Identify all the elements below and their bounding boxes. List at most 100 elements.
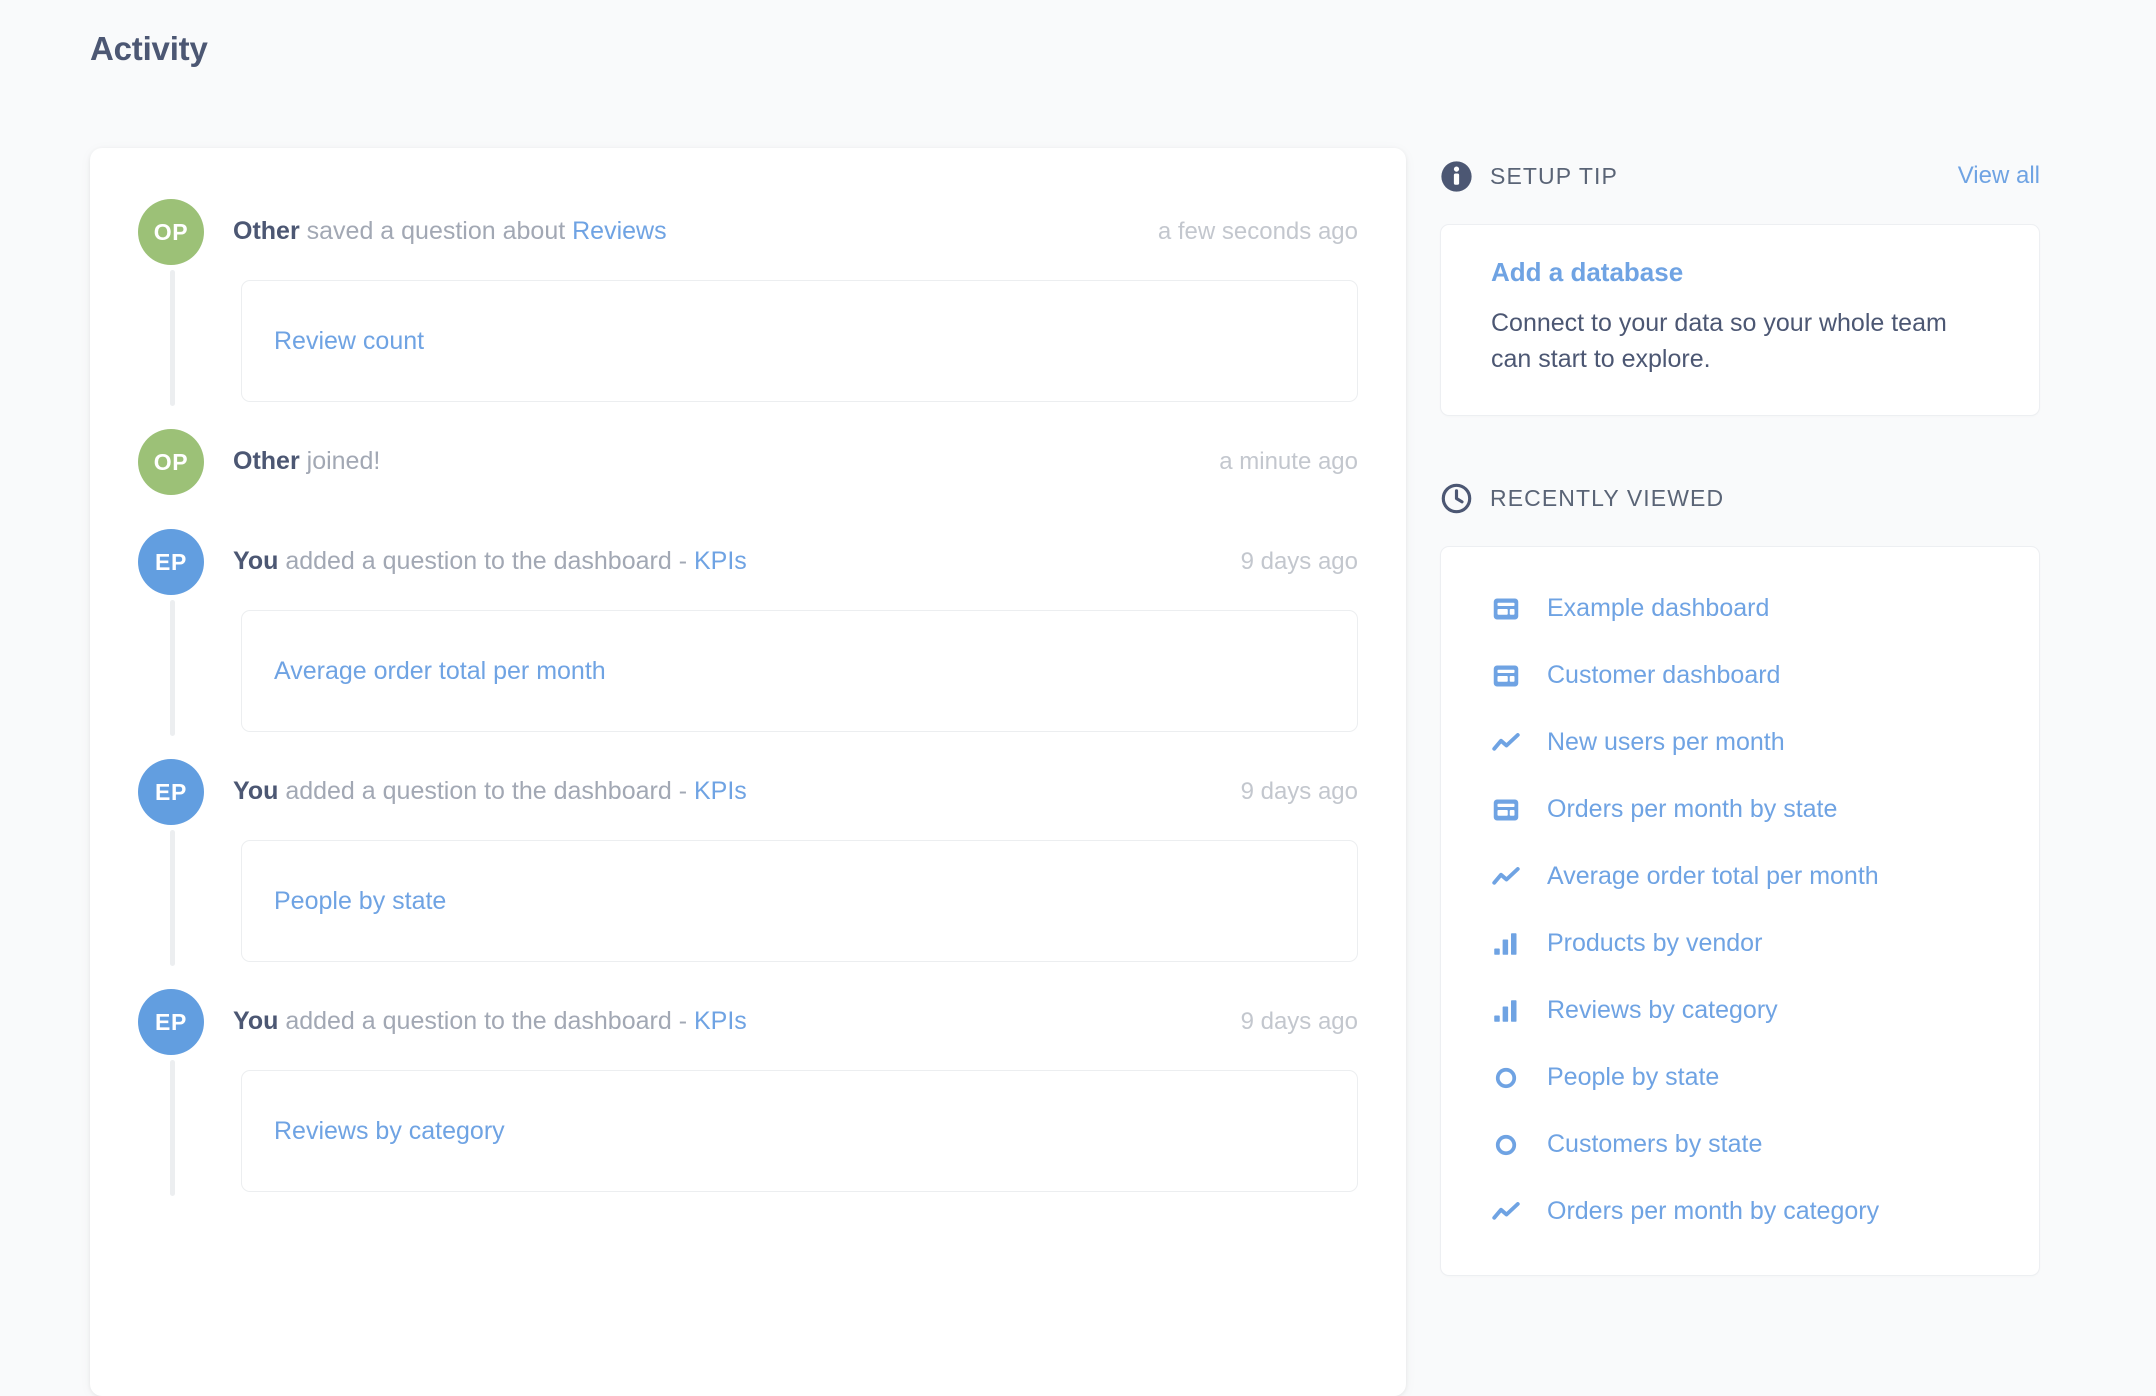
activity-actor: You [233,1007,279,1036]
avatar[interactable]: EP [138,989,204,1055]
avatar[interactable]: EP [138,529,204,595]
activity-item-body: People by state [138,830,1358,984]
activity-timestamp: 9 days ago [1240,1008,1358,1035]
activity-feed-card: OP Other saved a question about Reviews a … [90,148,1406,1396]
dashboard-icon-wrapper [1489,592,1522,625]
line-chart-icon-wrapper [1489,1195,1522,1228]
activity-actor: You [233,547,279,576]
question-link[interactable]: People by state [274,887,446,916]
sidebar: SETUP TIP View all Add a database Connec… [1440,148,2040,1276]
recently-viewed-item-label: Example dashboard [1547,594,1770,622]
question-link[interactable]: Average order total per month [274,657,606,686]
activity-connector-line [170,600,175,736]
bar-chart-icon-wrapper [1489,994,1522,1027]
question-link[interactable]: Reviews by category [274,1117,505,1146]
activity-verb: saved a question about [299,217,573,246]
recently-viewed-item-label: Average order total per month [1547,862,1879,890]
activity-description: You added a question to the dashboard - … [233,545,1217,579]
setup-tip-description: Connect to your data so your whole team … [1491,309,1947,373]
question-card[interactable]: Review count [241,280,1358,402]
recently-viewed-item-label: Reviews by category [1547,996,1778,1024]
question-card[interactable]: People by state [241,840,1358,962]
recently-viewed-item[interactable]: Reviews by category [1471,977,2009,1044]
recently-viewed-item-label: Orders per month by state [1547,795,1838,823]
activity-timestamp: a few seconds ago [1157,218,1358,245]
question-link[interactable]: Review count [274,327,424,356]
setup-tip-header: SETUP TIP View all [1440,154,2040,198]
activity-spacer [138,500,1358,524]
activity-verb: added a question to the dashboard - [278,547,694,576]
avatar[interactable]: OP [138,429,204,495]
activity-description: Other joined! [233,445,1195,479]
recently-viewed-heading: RECENTLY VIEWED [1490,484,1725,511]
question-card[interactable]: Reviews by category [241,1070,1358,1192]
activity-item-header: OP Other saved a question about Reviews a … [138,194,1358,270]
recently-viewed-item[interactable]: Example dashboard [1471,575,2009,642]
recently-viewed-item[interactable]: Orders per month by category [1471,1178,2009,1245]
question-card[interactable]: Average order total per month [241,610,1358,732]
bar-chart-icon-wrapper [1489,927,1522,960]
activity-item-body: Reviews by category [138,1060,1358,1214]
recently-viewed-item[interactable]: Average order total per month [1471,843,2009,910]
activity-item-header: EP You added a question to the dashboard … [138,524,1358,600]
setup-tip-heading: SETUP TIP [1490,162,1618,189]
info-icon [1441,160,1472,192]
activity-target-link[interactable]: Reviews [572,217,666,245]
recently-viewed-item[interactable]: Customer dashboard [1471,642,2009,709]
activity-actor: You [233,777,279,806]
pin-icon-wrapper [1489,1061,1522,1094]
recently-viewed-item[interactable]: Products by vendor [1471,910,2009,977]
recently-viewed-item[interactable]: Customers by state [1471,1111,2009,1178]
activity-target-link[interactable]: KPIs [694,777,747,805]
recently-viewed-item[interactable]: Orders per month by state [1471,776,2009,843]
recently-viewed-list: Example dashboard Customer dashboard New u… [1471,575,2009,1245]
activity-item: OP Other joined! a minute ago [138,424,1358,524]
activity-timestamp: 9 days ago [1240,548,1358,575]
activity-connector-line [170,270,175,406]
pin-icon-wrapper [1489,1128,1522,1161]
activity-item-body: Average order total per month [138,600,1358,754]
activity-item-header: OP Other joined! a minute ago [138,424,1358,500]
recently-viewed-header: RECENTLY VIEWED [1440,476,2040,520]
page-title: Activity [90,30,208,67]
activity-list: OP Other saved a question about Reviews a … [138,194,1358,1214]
recently-viewed-item-label: Customers by state [1547,1130,1763,1158]
pin-icon [1495,1067,1516,1088]
activity-target-link[interactable]: KPIs [694,1007,747,1035]
bar-chart-icon [1493,932,1516,955]
setup-tip-panel: Add a database Connect to your data so y… [1440,224,2040,416]
activity-page: Activity OP Other saved a question about … [0,0,2156,1396]
recently-viewed-item-label: People by state [1547,1063,1720,1091]
recently-viewed-item-label: New users per month [1547,728,1785,756]
clock-icon [1441,483,1472,513]
view-all-link[interactable]: View all [1958,162,2040,190]
recently-viewed-item[interactable]: People by state [1471,1044,2009,1111]
page-content: OP Other saved a question about Reviews a … [90,148,2066,1396]
avatar[interactable]: OP [138,199,204,265]
activity-item: OP Other saved a question about Reviews a … [138,194,1358,424]
dashboard-icon [1493,665,1518,686]
activity-connector-line [170,830,175,966]
recently-viewed-item-label: Orders per month by category [1547,1197,1880,1225]
activity-description: You added a question to the dashboard - … [233,775,1217,809]
activity-item: EP You added a question to the dashboard … [138,524,1358,754]
pin-icon [1495,1134,1516,1155]
activity-verb: added a question to the dashboard - [278,777,694,806]
dashboard-icon [1493,799,1518,820]
activity-connector-line [170,1060,175,1196]
line-chart-icon-wrapper [1489,860,1522,893]
dashboard-icon-wrapper [1489,793,1522,826]
activity-item-header: EP You added a question to the dashboard … [138,984,1358,1060]
activity-description: Other saved a question about Reviews [233,215,1134,249]
activity-verb: added a question to the dashboard - [278,1007,694,1036]
recently-viewed-item-label: Customer dashboard [1547,661,1781,689]
recently-viewed-item[interactable]: New users per month [1471,709,2009,776]
dashboard-icon-wrapper [1489,659,1522,692]
activity-target-link[interactable]: KPIs [694,547,747,575]
activity-verb: joined! [299,447,381,476]
avatar[interactable]: EP [138,759,204,825]
activity-timestamp: 9 days ago [1240,778,1358,805]
line-chart-icon [1491,1201,1520,1220]
line-chart-icon-wrapper [1489,726,1522,759]
add-database-link[interactable]: Add a database [1491,257,1683,288]
